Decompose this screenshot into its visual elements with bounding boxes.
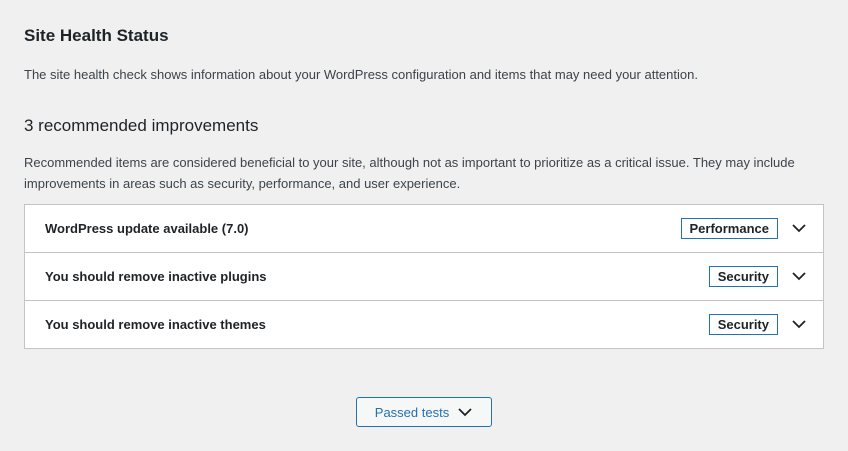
category-badge: Security — [708, 314, 778, 335]
accordion-item-inactive-themes[interactable]: You should remove inactive themes Securi… — [25, 301, 823, 348]
recommended-accordion: WordPress update available (7.0) Perform… — [24, 204, 824, 349]
accordion-item-label: You should remove inactive plugins — [45, 269, 267, 284]
accordion-item-label: WordPress update available (7.0) — [45, 221, 249, 236]
accordion-item-label: You should remove inactive themes — [45, 317, 266, 332]
recommended-heading: 3 recommended improvements — [24, 116, 259, 135]
page-description: The site health check shows information … — [24, 67, 698, 82]
category-badge: Security — [708, 266, 778, 287]
accordion-item-inactive-plugins[interactable]: You should remove inactive plugins Secur… — [25, 253, 823, 301]
chevron-down-icon[interactable] — [791, 270, 807, 282]
category-badge: Performance — [680, 218, 778, 239]
chevron-down-icon — [458, 408, 472, 417]
passed-tests-label: Passed tests — [374, 404, 450, 420]
accordion-item-wordpress-update[interactable]: WordPress update available (7.0) Perform… — [25, 205, 823, 253]
chevron-down-icon[interactable] — [791, 222, 807, 234]
chevron-down-icon[interactable] — [791, 318, 807, 330]
page-title: Site Health Status — [24, 26, 169, 45]
site-health-page: Site Health Status The site health check… — [0, 0, 848, 451]
recommended-description: Recommended items are considered benefic… — [24, 155, 795, 191]
passed-tests-button[interactable]: Passed tests — [356, 397, 492, 427]
